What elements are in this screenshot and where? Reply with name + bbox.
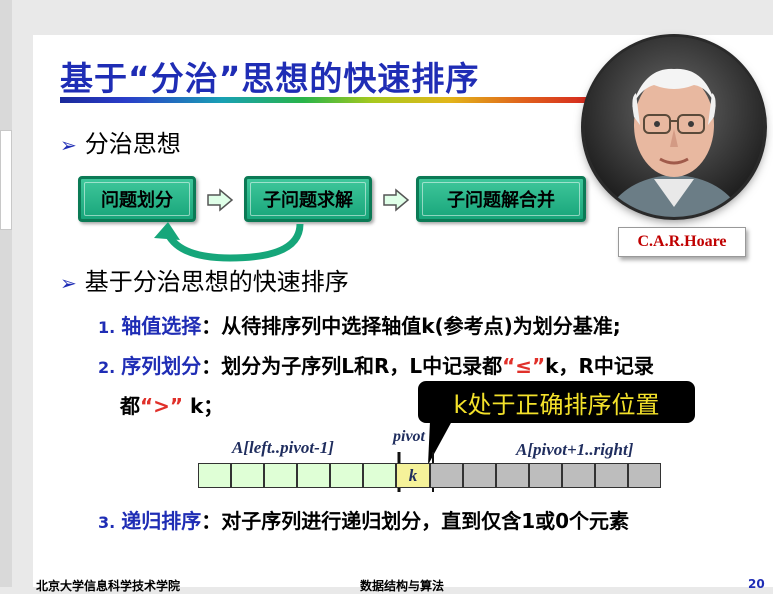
slide-title: 基于“分治”思想的快速排序 bbox=[60, 59, 480, 98]
array-cell-right bbox=[496, 463, 529, 488]
step-pivot-selection: 1. 轴值选择：从待排序列中选择轴值k(参考点)为划分基准; bbox=[98, 314, 621, 338]
array-cell-right bbox=[463, 463, 496, 488]
array-cell-left bbox=[198, 463, 231, 488]
bullet-arrow-icon: ➢ bbox=[60, 271, 77, 295]
array-cell-left bbox=[297, 463, 330, 488]
portrait-photo bbox=[584, 37, 764, 217]
left-subarray-label: A[left..pivot-1] bbox=[232, 438, 334, 457]
footer-course: 数据结构与算法 bbox=[360, 579, 445, 593]
array-cells: k bbox=[198, 463, 661, 488]
flow-box-divide: 问题划分 bbox=[78, 176, 196, 222]
array-cell-left bbox=[363, 463, 396, 488]
footer-institution: 北京大学信息科学技术学院 bbox=[36, 579, 181, 593]
array-cell-pivot: k bbox=[396, 463, 430, 488]
footer-page-number: 20 bbox=[748, 577, 765, 591]
array-cell-left bbox=[231, 463, 264, 488]
array-cell-right bbox=[562, 463, 595, 488]
flow-box-solve: 子问题求解 bbox=[244, 176, 372, 222]
array-cell-right bbox=[529, 463, 562, 488]
flow-box-merge: 子问题解合并 bbox=[416, 176, 586, 222]
right-subarray-label: A[pivot+1..right] bbox=[516, 440, 634, 459]
bullet-text: 基于分治思想的快速排序 bbox=[84, 268, 349, 296]
step-partition-cont: 都“>” k； bbox=[120, 394, 224, 418]
array-cell-right bbox=[628, 463, 661, 488]
flow-arrow-icon bbox=[383, 188, 410, 212]
recursion-curve-arrow-icon bbox=[154, 222, 304, 262]
title-underline bbox=[60, 97, 600, 103]
bullet-text: 分治思想 bbox=[84, 130, 181, 158]
array-cell-left bbox=[330, 463, 363, 488]
portrait-caption: C.A.R.Hoare bbox=[618, 227, 746, 257]
bullet-arrow-icon: ➢ bbox=[60, 133, 77, 157]
array-cell-left bbox=[264, 463, 297, 488]
array-cell-right bbox=[595, 463, 628, 488]
slide-thumbnail-panel bbox=[0, 0, 12, 587]
step-partition: 2. 序列划分：划分为子序列L和R，L中记录都“≤”k，R中记录 bbox=[98, 354, 654, 378]
pivot-label: pivot bbox=[393, 428, 425, 445]
bullet-quicksort: ➢ 基于分治思想的快速排序 bbox=[60, 262, 349, 297]
flow-arrow-icon bbox=[207, 188, 234, 212]
array-cell-right bbox=[430, 463, 463, 488]
bullet-divide-and-conquer: ➢ 分治思想 bbox=[60, 124, 181, 159]
slide-thumbnail[interactable] bbox=[0, 130, 12, 230]
step-recursive-sort: 3. 递归排序：对子序列进行递归划分，直到仅含1或0个元素 bbox=[98, 509, 630, 533]
callout-pivot-position: k处于正确排序位置 bbox=[418, 381, 695, 423]
